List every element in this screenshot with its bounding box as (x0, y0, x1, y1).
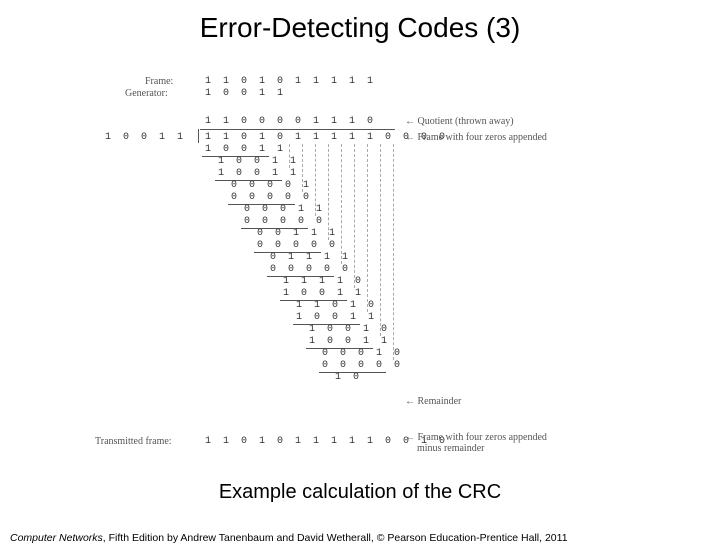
division-bar (200, 129, 395, 130)
tx-label: Transmitted frame: (95, 436, 172, 447)
step-row: 1 1 0 1 0 (296, 300, 377, 311)
quotient-note: ← Quotient (thrown away) (405, 116, 514, 127)
carry-line (367, 144, 368, 312)
carry-line (354, 144, 355, 288)
footer-book: Computer Networks (10, 532, 103, 544)
step-row: 0 0 0 1 1 (244, 204, 325, 215)
carry-line (328, 144, 329, 240)
frame-label: Frame: (145, 76, 173, 87)
generator-bits: 1 0 0 1 1 (205, 88, 286, 99)
footer: Computer Networks, Fifth Edition by Andr… (10, 532, 710, 544)
remainder-note: ← Remainder (405, 396, 461, 407)
footer-rest: , Fifth Edition by Andrew Tanenbaum and … (103, 532, 568, 544)
frame-bits: 1 1 0 1 0 1 1 1 1 1 (205, 76, 376, 87)
dividend-note: ← Frame with four zeros appended (405, 132, 547, 143)
step-row: 1 0 0 1 1 (218, 156, 299, 167)
slide-title: Error-Detecting Codes (3) (0, 12, 720, 44)
tx-note: ← Frame with four zeros appended (405, 432, 547, 443)
step-row: 1 0 0 1 1 (296, 312, 377, 323)
step-row: 0 0 0 0 0 (257, 240, 338, 251)
tx-note-a: Frame with four zeros appended (418, 432, 547, 443)
step-row: 0 1 1 1 1 (270, 252, 351, 263)
quotient-note-text: Quotient (thrown away) (418, 116, 514, 127)
carry-line (380, 144, 381, 336)
generator-label: Generator: (125, 88, 168, 99)
caption: Example calculation of the CRC (0, 481, 720, 504)
step-row: 0 0 0 1 0 (322, 348, 403, 359)
step-row: 1 0 0 1 1 (309, 336, 390, 347)
step-row: 0 0 1 1 1 (257, 228, 338, 239)
carry-line (393, 144, 394, 360)
step-row: 0 0 0 0 0 (270, 264, 351, 275)
step-row: 1 0 0 1 1 (218, 168, 299, 179)
tx-note-b: minus remainder (417, 443, 484, 454)
step-row: 0 0 0 0 0 (231, 192, 312, 203)
step-row: 1 0 0 1 0 (309, 324, 390, 335)
carry-line (341, 144, 342, 264)
step-row: 1 0 (335, 372, 362, 383)
step-row: 0 0 0 0 0 (322, 360, 403, 371)
division-corner (198, 129, 199, 143)
divisor-left: 1 0 0 1 1 (105, 132, 186, 143)
step-row: 1 0 0 1 1 (205, 144, 286, 155)
quotient-bits: 1 1 0 0 0 0 1 1 1 0 (205, 116, 376, 127)
step-row: 1 1 1 1 0 (283, 276, 364, 287)
step-row: 0 0 0 0 1 (231, 180, 312, 191)
remainder-note-text: Remainder (418, 396, 462, 407)
step-row: 0 0 0 0 0 (244, 216, 325, 227)
step-row: 1 0 0 1 1 (283, 288, 364, 299)
dividend-note-text: Frame with four zeros appended (418, 132, 547, 143)
